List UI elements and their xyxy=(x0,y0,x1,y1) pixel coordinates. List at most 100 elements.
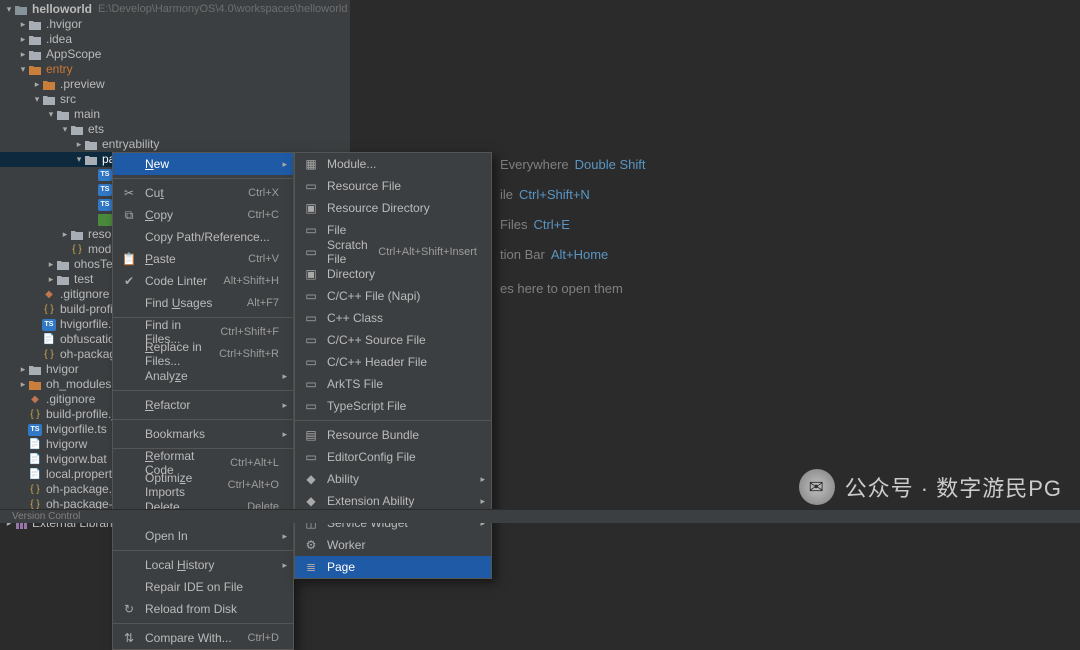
menu-label: Resource File xyxy=(327,179,477,193)
tree-item-hvigor[interactable]: ▸.hvigor xyxy=(0,17,350,32)
ctx-copy-path-reference[interactable]: Copy Path/Reference... xyxy=(113,226,293,248)
submenu-arrow-icon: ▸ xyxy=(282,531,287,542)
ctx-reload-from-disk[interactable]: ↻Reload from Disk xyxy=(113,598,293,620)
new-file[interactable]: ▭File xyxy=(295,219,491,241)
context-menu[interactable]: New▸✂CutCtrl+X⧉CopyCtrl+CCopy Path/Refer… xyxy=(112,152,294,650)
menu-label: File xyxy=(327,223,477,237)
menu-label: Refactor xyxy=(145,398,279,412)
new-module[interactable]: ▦Module... xyxy=(295,153,491,175)
compare-icon: ⇅ xyxy=(121,631,137,645)
menu-label: Find Usages xyxy=(145,296,239,310)
menu-shortcut: Ctrl+X xyxy=(248,187,279,199)
ctx-cut[interactable]: ✂CutCtrl+X xyxy=(113,182,293,204)
menu-label: Repair IDE on File xyxy=(145,580,279,594)
tree-item-main[interactable]: ▾main xyxy=(0,107,350,122)
ctx-replace-in-files[interactable]: Replace in Files...Ctrl+Shift+R xyxy=(113,343,293,365)
ctx-local-history[interactable]: Local History▸ xyxy=(113,554,293,576)
chevron-right-icon: ▸ xyxy=(18,32,28,47)
welcome-line: ileCtrl+Shift+N xyxy=(500,180,1040,210)
folder-icon xyxy=(84,138,98,152)
new-c-c-file-napi[interactable]: ▭C/C++ File (Napi) xyxy=(295,285,491,307)
new-c-class[interactable]: ▭C++ Class xyxy=(295,307,491,329)
ctx-find-usages[interactable]: Find UsagesAlt+F7 xyxy=(113,292,293,314)
welcome-line: tion BarAlt+Home xyxy=(500,240,1040,270)
new-typescript-file[interactable]: ▭TypeScript File xyxy=(295,395,491,417)
image-file-icon xyxy=(98,213,112,227)
worker-icon: ⚙ xyxy=(303,538,319,552)
file-icon: ▭ xyxy=(303,377,319,391)
tree-item-ets[interactable]: ▾ets xyxy=(0,122,350,137)
menu-label: Extension Ability xyxy=(327,494,477,508)
menu-label: Bookmarks xyxy=(145,427,279,441)
ts-file-icon: TS xyxy=(98,198,112,212)
folder-icon xyxy=(56,258,70,272)
folder-icon xyxy=(56,108,70,122)
welcome-text: Files xyxy=(500,217,527,232)
tree-item-label: ets xyxy=(88,122,104,137)
ctx-analyze[interactable]: Analyze▸ xyxy=(113,365,293,387)
ctx-bookmarks[interactable]: Bookmarks▸ xyxy=(113,423,293,445)
tree-item-entry[interactable]: ▾entry xyxy=(0,62,350,77)
ctx-refactor[interactable]: Refactor▸ xyxy=(113,394,293,416)
chevron-down-icon: ▾ xyxy=(46,107,56,122)
reload-icon: ↻ xyxy=(121,602,137,616)
menu-separator xyxy=(113,178,293,179)
menu-shortcut: Ctrl+D xyxy=(248,632,279,644)
new-scratch-file[interactable]: ▭Scratch FileCtrl+Alt+Shift+Insert xyxy=(295,241,491,263)
watermark-text: 公众号 · 数字游民PG xyxy=(845,471,1062,503)
menu-label: EditorConfig File xyxy=(327,450,477,464)
tree-item-appscope[interactable]: ▸AppScope xyxy=(0,47,350,62)
menu-label: New xyxy=(145,157,279,171)
chevron-down-icon: ▾ xyxy=(32,92,42,107)
chevron-right-icon: ▸ xyxy=(60,227,70,242)
project-icon xyxy=(14,3,28,17)
chevron-right-icon: ▸ xyxy=(18,17,28,32)
folder-icon: ▣ xyxy=(303,267,319,281)
new-arkts-file[interactable]: ▭ArkTS File xyxy=(295,373,491,395)
ctx-code-linter[interactable]: ✔Code LinterAlt+Shift+H xyxy=(113,270,293,292)
ctx-optimize-imports[interactable]: Optimize ImportsCtrl+Alt+O xyxy=(113,474,293,496)
folder-icon xyxy=(28,363,42,377)
bundle-icon: ▤ xyxy=(303,428,319,442)
ts-file-icon: TS xyxy=(28,423,42,437)
submenu-arrow-icon: ▸ xyxy=(480,474,485,485)
json-file-icon: { } xyxy=(28,408,42,422)
new-editorconfig-file[interactable]: ▭EditorConfig File xyxy=(295,446,491,468)
new-resource-file[interactable]: ▭Resource File xyxy=(295,175,491,197)
menu-label: C/C++ Source File xyxy=(327,333,477,347)
wechat-icon: ✉ xyxy=(799,469,835,505)
new-ability[interactable]: ◆Ability▸ xyxy=(295,468,491,490)
menu-label: C++ Class xyxy=(327,311,477,325)
chevron-right-icon: ▸ xyxy=(32,77,42,92)
ctx-compare-with[interactable]: ⇅Compare With...Ctrl+D xyxy=(113,627,293,649)
menu-label: C/C++ Header File xyxy=(327,355,477,369)
ctx-copy[interactable]: ⧉CopyCtrl+C xyxy=(113,204,293,226)
tree-item-preview[interactable]: ▸.preview xyxy=(0,77,350,92)
menu-shortcut: Alt+Shift+H xyxy=(223,275,279,287)
ctx-open-in[interactable]: Open In▸ xyxy=(113,525,293,547)
cut-icon: ✂ xyxy=(121,186,137,200)
tree-item-src[interactable]: ▾src xyxy=(0,92,350,107)
menu-label: Copy xyxy=(145,208,240,222)
ctx-repair-ide-on-file[interactable]: Repair IDE on File xyxy=(113,576,293,598)
tree-item-entryability[interactable]: ▸entryability xyxy=(0,137,350,152)
new-c-c-header-file[interactable]: ▭C/C++ Header File xyxy=(295,351,491,373)
menu-shortcut: Ctrl+V xyxy=(248,253,279,265)
new-resource-bundle[interactable]: ▤Resource Bundle xyxy=(295,424,491,446)
new-directory[interactable]: ▣Directory xyxy=(295,263,491,285)
ctx-paste[interactable]: 📋PasteCtrl+V xyxy=(113,248,293,270)
welcome-drop-hint: es here to open them xyxy=(500,274,1040,304)
tree-item-idea[interactable]: ▸ .idea xyxy=(0,32,350,47)
tree-root[interactable]: ▾ helloworld E:\Develop\HarmonyOS\4.0\wo… xyxy=(0,2,350,17)
tree-item-label: .idea xyxy=(46,32,72,47)
folder-icon: ▣ xyxy=(303,201,319,215)
menu-shortcut: Ctrl+Shift+F xyxy=(220,326,279,338)
new-c-c-source-file[interactable]: ▭C/C++ Source File xyxy=(295,329,491,351)
chevron-right-icon: ▸ xyxy=(18,362,28,377)
new-worker[interactable]: ⚙Worker xyxy=(295,534,491,556)
folder-icon xyxy=(28,33,42,47)
new-resource-directory[interactable]: ▣Resource Directory xyxy=(295,197,491,219)
menu-label: Ability xyxy=(327,472,477,486)
ctx-new[interactable]: New▸ xyxy=(113,153,293,175)
new-page[interactable]: ≣Page xyxy=(295,556,491,578)
